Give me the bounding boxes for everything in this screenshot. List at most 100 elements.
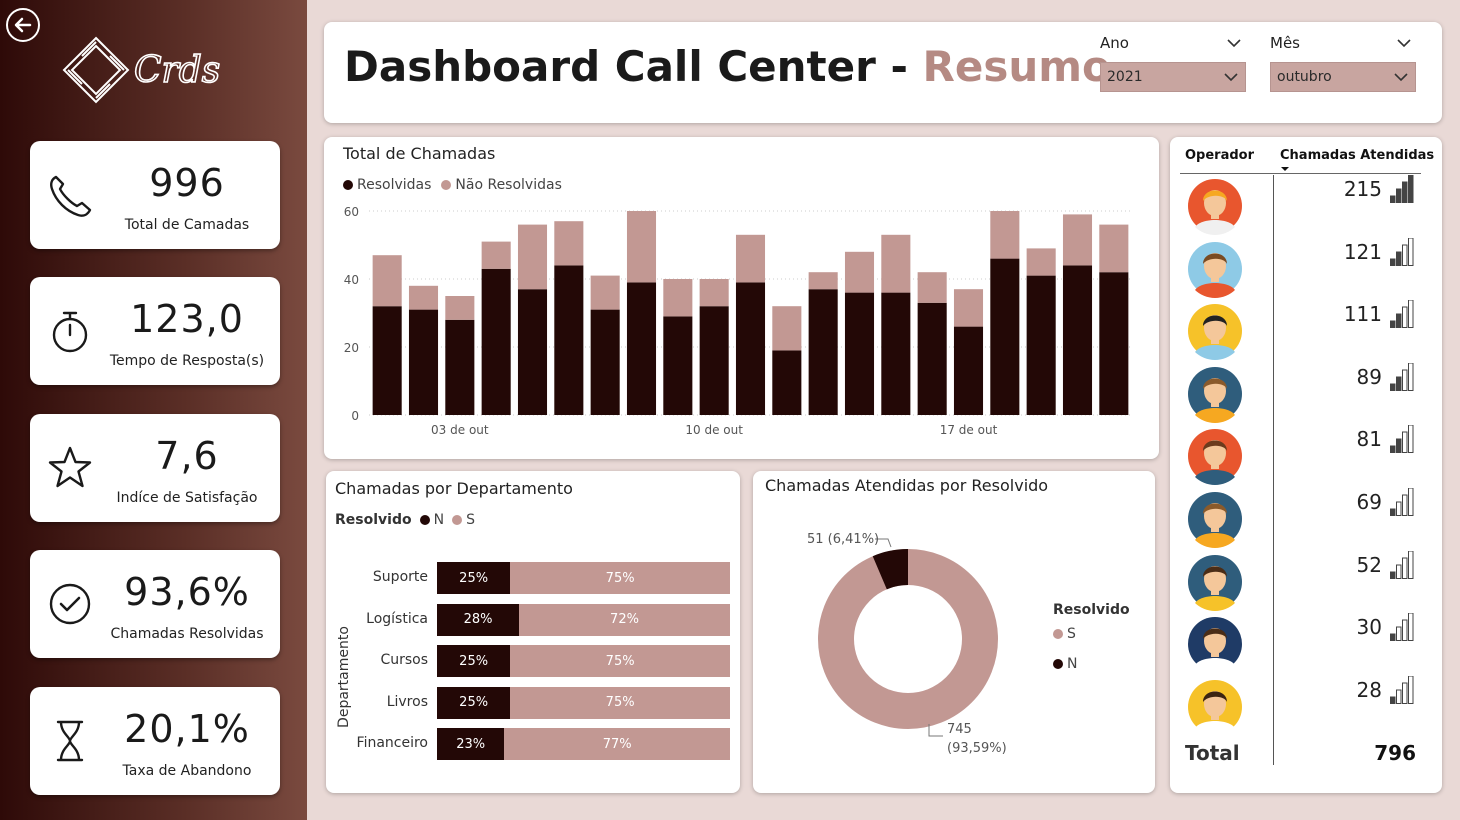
category-label: Suporte (372, 569, 428, 585)
brand-logo: Crds (62, 36, 221, 104)
department-bar[interactable]: 25% 75% (437, 562, 730, 594)
bar-resolved[interactable] (445, 319, 475, 415)
table-row[interactable]: 28 (1186, 675, 1422, 738)
bar-unresolved[interactable] (881, 234, 911, 293)
signal-bars-icon (1390, 675, 1414, 704)
bar-unresolved[interactable] (1062, 214, 1093, 266)
sort-desc-icon (1281, 167, 1289, 171)
bar-resolved[interactable] (590, 309, 620, 415)
bar-unresolved[interactable] (408, 285, 439, 310)
bar-unresolved[interactable] (917, 272, 947, 303)
table-row[interactable]: 121 (1186, 237, 1422, 300)
bar-resolved[interactable] (735, 282, 766, 415)
column-header-calls[interactable]: Chamadas Atendidas (1280, 148, 1434, 163)
bar-resolved[interactable] (481, 268, 511, 415)
bar-unresolved[interactable] (554, 221, 584, 266)
bar-unresolved[interactable] (990, 211, 1020, 259)
bar-unresolved[interactable] (1026, 248, 1056, 276)
category-label: Cursos (380, 652, 428, 668)
bar-unresolved[interactable] (1099, 224, 1129, 273)
bar-unresolved[interactable] (481, 241, 511, 269)
avatar-man-glasses-icon (1188, 366, 1242, 423)
x-tick-label: 03 de out (431, 423, 489, 437)
avatar-woman-green-icon (1188, 554, 1242, 611)
bar-resolved[interactable] (663, 316, 693, 415)
legend-label: S (1067, 626, 1076, 642)
bar-resolved[interactable] (554, 265, 584, 415)
kpi-value: 996 (149, 161, 225, 205)
filter-month-select[interactable]: outubro (1270, 62, 1416, 92)
bar-resolved[interactable] (772, 350, 802, 415)
filter-year-header[interactable]: Ano (1100, 34, 1246, 56)
logo-text: Crds (134, 50, 220, 91)
filter-year-select[interactable]: 2021 (1100, 62, 1246, 92)
column-header-operator[interactable]: Operador (1185, 148, 1254, 163)
bar-resolved[interactable] (808, 289, 838, 415)
bar-resolved[interactable] (626, 282, 657, 415)
bar-unresolved[interactable] (626, 211, 657, 283)
legend-title: Resolvido (1053, 602, 1130, 618)
header-panel: Dashboard Call Center - Resumo Ano 2021 … (324, 22, 1442, 123)
chevron-down-icon (1224, 73, 1238, 82)
table-row[interactable]: 81 (1186, 425, 1422, 487)
bar-unresolved[interactable] (517, 224, 548, 290)
legend-swatch-n (419, 515, 430, 525)
legend-label: N (433, 512, 445, 528)
bar-resolved[interactable] (1026, 275, 1056, 415)
stopwatch-icon (52, 311, 88, 353)
table-row[interactable]: 52 (1186, 550, 1422, 613)
table-row[interactable]: 30 (1186, 613, 1422, 675)
bar-unresolved[interactable] (663, 279, 693, 317)
department-bar[interactable]: 25% 75% (437, 645, 730, 677)
kpi-card-total-calls: 996 Total de Camadas (30, 141, 280, 249)
bar-resolved[interactable] (1062, 265, 1093, 415)
page-title: Dashboard Call Center - Resumo (344, 42, 1111, 91)
bar-resolved[interactable] (699, 306, 729, 415)
bar-resolved[interactable] (372, 306, 402, 415)
department-bar[interactable]: 28% 72% (437, 603, 730, 636)
bar-unresolved[interactable] (844, 251, 875, 293)
chevron-down-icon (1227, 39, 1241, 48)
bar-unresolved[interactable] (372, 255, 402, 307)
donut-label-s-value: 745 (947, 722, 972, 737)
bar-unresolved[interactable] (953, 289, 984, 327)
department-bar[interactable]: 25% 75% (437, 686, 730, 719)
signal-bars-icon (1390, 425, 1414, 454)
bar-resolved[interactable] (517, 289, 548, 415)
bar-segment-n: 28% (437, 603, 520, 636)
bar-resolved[interactable] (1099, 272, 1129, 415)
filter-month-header[interactable]: Mês (1270, 34, 1416, 56)
bar-segment-n: 25% (437, 686, 511, 719)
bar-resolved[interactable] (408, 309, 439, 415)
calls-value: 30 (1356, 615, 1382, 640)
bar-unresolved[interactable] (772, 306, 802, 351)
total-value: 796 (1374, 741, 1416, 765)
total-calls-panel: Total de Chamadas Resolvidas Não Resolvi… (324, 137, 1159, 459)
total-label: Total (1185, 741, 1240, 765)
bar-unresolved[interactable] (445, 296, 475, 320)
bar-unresolved[interactable] (808, 272, 838, 290)
back-button[interactable] (6, 8, 40, 42)
kpi-value: 7,6 (155, 434, 219, 478)
bar-segment-s: 75% (510, 562, 730, 594)
bar-resolved[interactable] (990, 258, 1020, 415)
bar-segment-s: 75% (510, 686, 730, 719)
arrow-left-icon (14, 17, 32, 33)
kpi-value: 123,0 (130, 297, 244, 341)
table-row[interactable]: 111 (1186, 300, 1422, 362)
table-row[interactable]: 215 (1186, 175, 1422, 237)
title-accent: Resumo (922, 42, 1111, 91)
signal-bars-icon (1390, 488, 1414, 516)
bar-resolved[interactable] (881, 292, 911, 415)
table-row[interactable]: 89 (1186, 362, 1422, 425)
bar-unresolved[interactable] (590, 275, 620, 310)
bar-resolved[interactable] (953, 326, 984, 415)
bar-resolved[interactable] (917, 302, 947, 415)
bar-unresolved[interactable] (699, 279, 729, 307)
bar-resolved[interactable] (844, 292, 875, 415)
department-bar[interactable]: 23% 77% (437, 728, 730, 760)
table-row[interactable]: 69 (1186, 488, 1422, 550)
avatar-man-beard-icon (1188, 429, 1242, 486)
bar-unresolved[interactable] (735, 234, 766, 283)
bar-segment-s: 72% (519, 603, 730, 636)
